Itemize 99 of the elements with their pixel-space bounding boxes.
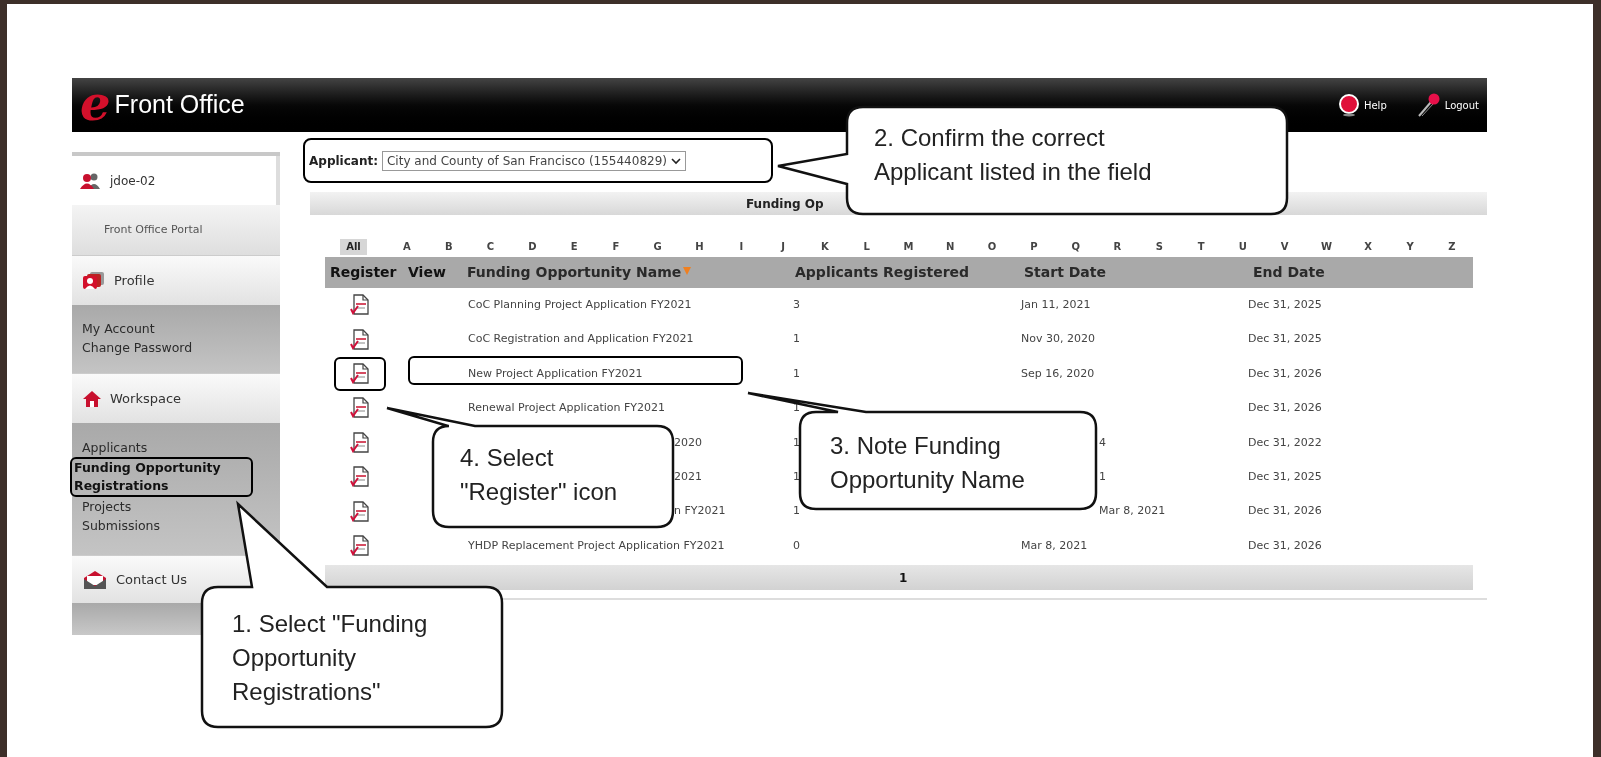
letter-filter[interactable]: J (762, 238, 804, 255)
sidebar-link[interactable]: Applicants (82, 438, 148, 457)
letter-filter[interactable]: Z (1430, 238, 1473, 255)
letter-filter[interactable]: O (971, 238, 1013, 255)
column-header[interactable]: Register (330, 262, 397, 283)
table-cell: CoC Registration and Application FY2021 (468, 332, 694, 346)
letter-filter[interactable]: L (845, 238, 888, 255)
letter-filter[interactable]: H (678, 238, 721, 255)
cards-icon (82, 270, 106, 291)
table-cell: 2020 (674, 435, 702, 449)
table-cell: Renewal Project Application FY2021 (468, 401, 666, 415)
table-cell: Dec 31, 2026 (1248, 538, 1322, 552)
column-header[interactable]: Applicants Registered (795, 262, 970, 283)
register-icon[interactable] (350, 397, 370, 420)
table-cell: Dec 31, 2025 (1248, 469, 1322, 483)
table-cell: 3 (793, 297, 800, 311)
letter-filter[interactable]: All (340, 238, 367, 255)
letter-filter[interactable]: E (553, 238, 595, 255)
register-icon[interactable] (350, 328, 370, 351)
sidebar-link[interactable]: Funding Opportunity Registrations (70, 457, 253, 497)
letter-filter[interactable]: I (720, 238, 763, 255)
table-cell: 1 (793, 435, 800, 449)
table-cell: Dec 31, 2026 (1248, 366, 1322, 380)
column-header[interactable]: Start Date (1024, 262, 1106, 283)
app-title: Front Office (114, 89, 245, 121)
register-icon[interactable] (350, 534, 370, 557)
letter-filter[interactable]: N (929, 238, 972, 255)
panel-title: Funding Op (746, 195, 824, 213)
sidebar-section[interactable]: Workspace (72, 373, 280, 423)
logo-letter: e (80, 79, 111, 127)
table-cell: 1 (793, 469, 800, 483)
table-cell: New Project Application FY2021 (468, 366, 643, 380)
table-cell: 1 (793, 366, 800, 380)
letter-filter[interactable]: V (1263, 238, 1306, 255)
table-cell: Mar 8, 2021 (1099, 504, 1166, 518)
letter-filter[interactable]: P (1012, 238, 1055, 255)
table-cell: 4 (1099, 435, 1106, 449)
table-cell: Dec 31, 2025 (1248, 297, 1322, 311)
letter-filter[interactable]: M (887, 238, 930, 255)
applicant-select[interactable]: City and County of San Francisco (155440829) (382, 150, 686, 171)
table-cell: 0 (793, 538, 800, 552)
table-cell: Nov 30, 2020 (1021, 332, 1095, 346)
envelope-icon (82, 569, 108, 590)
sidebar-link[interactable]: Projects (82, 497, 132, 516)
letter-filter[interactable]: X (1347, 238, 1390, 255)
letter-filter[interactable]: U (1221, 238, 1264, 255)
house-icon (82, 389, 102, 408)
letter-filter[interactable]: A (386, 238, 428, 255)
table-cell: 1 (793, 332, 800, 346)
table-cell: 2021 (674, 469, 702, 483)
users-icon (80, 172, 102, 189)
letter-filter[interactable]: D (511, 238, 554, 255)
letter-filter[interactable]: G (636, 238, 679, 255)
header-link[interactable]: Help (1363, 97, 1387, 113)
help-icon (1337, 93, 1360, 117)
letter-filter[interactable]: F (595, 238, 637, 255)
letter-filter[interactable]: S (1138, 238, 1181, 255)
letter-filter[interactable]: B (427, 238, 470, 255)
table-cell: Dec 31, 2025 (1248, 332, 1322, 346)
callout-text: 3. Note Funding Opportunity Name (830, 431, 1026, 495)
table-cell: YHDP Replacement Project Application FY2021 (468, 538, 725, 552)
header-link[interactable]: Logout (1444, 97, 1479, 113)
letter-filter[interactable]: Y (1389, 238, 1431, 255)
table-cell: Jan 11, 2021 (1021, 297, 1091, 311)
callout-text: 4. Select "Register" icon (460, 443, 619, 507)
letter-filter[interactable]: C (469, 238, 512, 255)
column-header[interactable]: Funding Opportunity Name (467, 262, 682, 283)
table-cell: Dec 31, 2026 (1248, 401, 1322, 415)
letter-filter[interactable]: W (1305, 238, 1348, 255)
table-cell: Dec 31, 2022 (1248, 435, 1322, 449)
callout-text: 2. Confirm the correct Applicant listed in the field (874, 123, 1153, 187)
sidebar-link[interactable]: My Account (82, 319, 155, 338)
table-cell: Mar 8, 2021 (1021, 538, 1088, 552)
letter-filter[interactable]: K (803, 238, 846, 255)
letter-filter[interactable]: T (1180, 238, 1222, 255)
register-icon[interactable] (350, 431, 370, 454)
table-cell: n FY2021 (674, 504, 726, 518)
column-header[interactable]: View (408, 262, 446, 283)
sidebar-link[interactable]: Change Password (82, 338, 193, 357)
user-name: jdoe-02 (110, 172, 156, 190)
register-icon[interactable] (350, 362, 370, 385)
table-cell: Sep 16, 2020 (1021, 366, 1095, 380)
column-header[interactable]: End Date (1253, 262, 1325, 283)
register-icon[interactable] (350, 294, 370, 317)
table-cell: CoC Planning Project Application FY2021 (468, 297, 692, 311)
letter-filter[interactable]: Q (1054, 238, 1097, 255)
letter-filter[interactable]: R (1096, 238, 1139, 255)
field-label: Applicant: (309, 152, 378, 170)
table-cell: 1 (1099, 469, 1106, 483)
portal-link[interactable]: Front Office Portal (104, 221, 203, 239)
register-icon[interactable] (350, 466, 370, 489)
page-link[interactable]: 1 (899, 568, 908, 587)
table-cell: 1 (793, 504, 800, 518)
sidebar-section[interactable]: Profile (72, 255, 280, 305)
register-icon[interactable] (350, 500, 370, 523)
chevron-down-icon (670, 156, 681, 165)
sidebar-link[interactable]: Submissions (82, 516, 161, 535)
table-cell: Dec 31, 2026 (1248, 504, 1322, 518)
callout-text: 1. Select "Funding Opportunity Registrations" (232, 609, 429, 707)
